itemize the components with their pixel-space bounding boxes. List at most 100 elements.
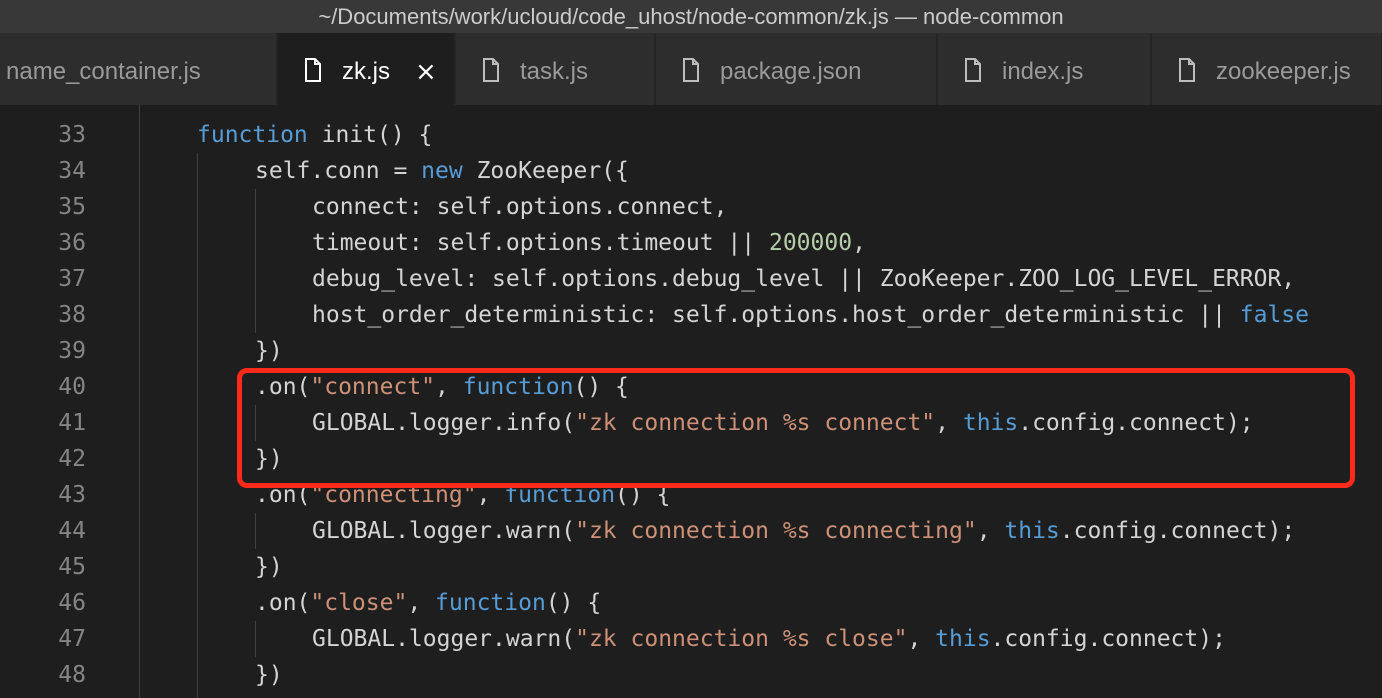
- editor-window: ~/Documents/work/ucloud/code_uhost/node-…: [0, 0, 1382, 698]
- line-number: 41: [58, 410, 86, 436]
- tab-label: index.js: [1002, 58, 1084, 85]
- line-number: 46: [58, 590, 86, 616]
- indent-guide: [197, 153, 198, 698]
- line-number: 44: [58, 518, 86, 544]
- code-line[interactable]: function init() {: [197, 117, 432, 153]
- tab-zookeeper-js[interactable]: zookeeper.js: [1152, 33, 1382, 105]
- code-token: "connecting": [310, 482, 477, 508]
- line-number: 38: [58, 302, 86, 328]
- code-line[interactable]: connect: self.options.connect,: [312, 189, 727, 225]
- code-token: }): [255, 554, 283, 580]
- indent-guide: [255, 621, 256, 657]
- code-token: GLOBAL.logger.info(: [312, 410, 576, 436]
- code-token: 200000: [768, 230, 853, 256]
- code-token: GLOBAL.logger.warn(: [312, 518, 576, 544]
- code-token: false: [1239, 302, 1310, 328]
- code-line[interactable]: GLOBAL.logger.warn("zk connection %s con…: [312, 513, 1295, 549]
- line-number: 45: [58, 554, 86, 580]
- code-token: timeout: self.options.timeout ||: [312, 230, 769, 256]
- code-token: new: [421, 158, 463, 184]
- tab-label: name_container.js: [6, 58, 201, 85]
- code-token: ,: [907, 626, 936, 652]
- code-token: .on(: [255, 374, 311, 400]
- code-token: .config.connect);: [1059, 518, 1296, 544]
- code-token: function: [435, 590, 546, 616]
- code-token: this: [962, 410, 1019, 436]
- code-token: connect: self.options.connect,: [312, 194, 728, 220]
- code-token: }): [255, 338, 283, 364]
- code-line[interactable]: }): [255, 657, 283, 693]
- code-token: }): [255, 662, 283, 688]
- tab-label: zookeeper.js: [1216, 58, 1351, 85]
- code-token: () {: [573, 374, 629, 400]
- code-token: this: [935, 626, 991, 652]
- code-token: .config.connect);: [1018, 410, 1254, 436]
- code-token: ,: [852, 230, 866, 256]
- code-token: "zk connection %s close": [575, 626, 908, 652]
- code-token: debug_level: self.options.debug_level ||…: [312, 266, 1296, 292]
- tab-zk-js[interactable]: zk.js ×: [278, 33, 455, 105]
- close-icon[interactable]: ×: [415, 33, 437, 105]
- code-line[interactable]: .on("connecting", function() {: [255, 477, 670, 513]
- code-token: ,: [435, 374, 463, 400]
- line-number: 33: [58, 122, 86, 148]
- code-line[interactable]: .on("close", function() {: [255, 585, 601, 621]
- code-token: .on(: [255, 482, 311, 508]
- code-token: this: [1004, 518, 1060, 544]
- code-token: () {: [545, 590, 602, 616]
- file-icon: [683, 58, 699, 82]
- indent-guide: [255, 189, 256, 333]
- line-number: 48: [58, 662, 86, 688]
- tab-package-json[interactable]: package.json: [656, 33, 937, 105]
- code-token: "zk connection %s connecting": [575, 518, 977, 544]
- code-token: ,: [476, 482, 505, 508]
- code-token: () {: [615, 482, 671, 508]
- file-icon: [1179, 58, 1195, 82]
- indent-guide: [139, 105, 140, 698]
- code-token: .on(: [255, 590, 311, 616]
- code-token: "close": [310, 590, 408, 616]
- file-icon: [965, 58, 981, 82]
- line-number: 47: [58, 626, 86, 652]
- tab-label: task.js: [520, 58, 589, 85]
- tab-label: package.json: [720, 58, 862, 85]
- line-number-gutter: 3233343536373839404142434445464748: [0, 105, 135, 698]
- code-token: ZooKeeper({: [462, 158, 629, 184]
- code-token: function: [504, 482, 616, 508]
- tab-bar: name_container.js zk.js × task.js packag…: [0, 33, 1382, 105]
- code-token: }): [255, 446, 283, 472]
- file-icon: [305, 58, 321, 82]
- window-title: ~/Documents/work/ucloud/code_uhost/node-…: [0, 0, 1382, 33]
- code-line[interactable]: debug_level: self.options.debug_level ||…: [312, 261, 1295, 297]
- code-line[interactable]: }): [255, 441, 283, 477]
- code-line[interactable]: GLOBAL.logger.warn("zk connection %s clo…: [312, 621, 1226, 657]
- tab-index-js[interactable]: index.js: [938, 33, 1151, 105]
- code-token: function: [462, 374, 574, 400]
- line-number: 37: [58, 266, 86, 292]
- code-line[interactable]: host_order_deterministic: self.options.h…: [312, 297, 1309, 333]
- line-number: 35: [58, 194, 86, 220]
- line-number: 43: [58, 482, 86, 508]
- code-line[interactable]: GLOBAL.logger.info("zk connection %s con…: [312, 405, 1254, 441]
- code-line[interactable]: .on("connect", function() {: [255, 369, 629, 405]
- file-icon: [483, 58, 499, 82]
- indent-guide: [255, 513, 256, 549]
- code-token: host_order_deterministic: self.options.h…: [312, 302, 1240, 328]
- code-token: function: [197, 122, 308, 148]
- line-number: 39: [58, 338, 86, 364]
- code-line[interactable]: }): [255, 333, 283, 369]
- code-line[interactable]: self.conn = new ZooKeeper({: [255, 153, 629, 189]
- line-number: 40: [58, 374, 86, 400]
- code-token: .config.connect);: [990, 626, 1226, 652]
- tab-task-js[interactable]: task.js: [456, 33, 655, 105]
- line-number: 42: [58, 446, 86, 472]
- code-editor[interactable]: 3233343536373839404142434445464748 funct…: [0, 105, 1382, 698]
- code-line[interactable]: }): [255, 549, 283, 585]
- line-number: 34: [58, 158, 86, 184]
- code-line[interactable]: timeout: self.options.timeout || 200000,: [312, 225, 866, 261]
- code-token: init() {: [307, 122, 433, 148]
- tab-name-container-js[interactable]: name_container.js: [0, 33, 277, 105]
- code-token: "connect": [310, 374, 436, 400]
- code-token: ,: [935, 410, 963, 436]
- code-token: self.conn =: [255, 158, 422, 184]
